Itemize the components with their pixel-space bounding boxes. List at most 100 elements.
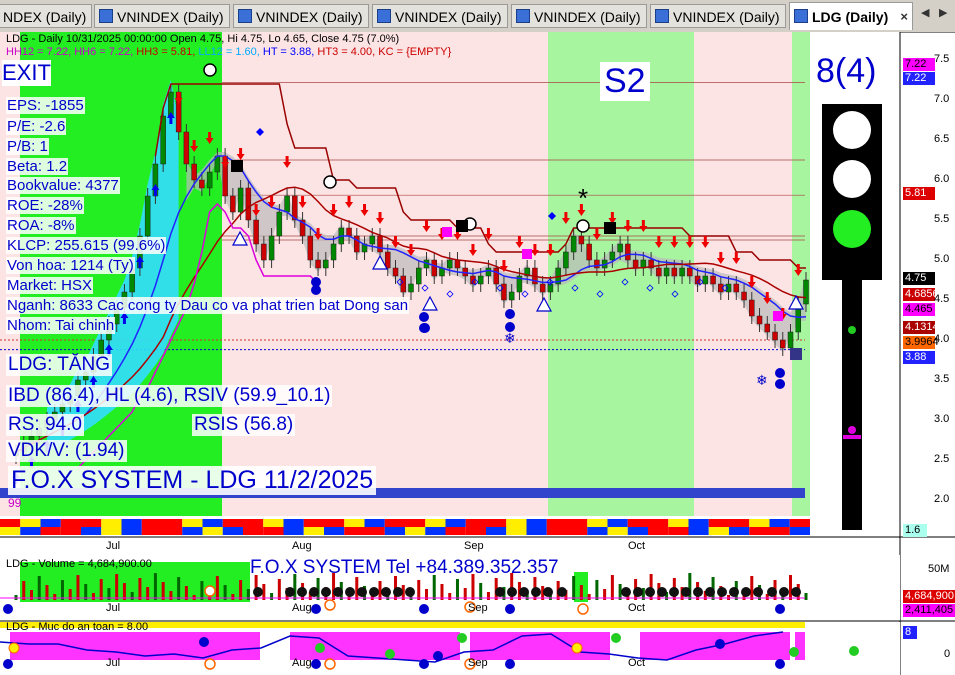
x-tick-aug: Aug [292,540,312,552]
scroll-right-icon[interactable]: ▶ [939,6,947,19]
status-strip [283,527,304,535]
tab-label: NDEX (Daily) [3,9,87,25]
volume-bar [91,593,95,600]
tab-vnindex-4[interactable]: VNINDEX (Daily) [511,4,647,28]
status-strip [182,527,203,535]
candle-body [625,243,631,261]
volume-bar [153,573,157,600]
candle-body [687,267,693,277]
volume-bar [789,575,793,600]
roe-label: ROE: -28% [6,197,84,214]
candle-body [501,283,507,301]
status-strip [789,519,810,527]
status-strip [526,527,547,535]
candle-body [385,251,391,269]
status-strip [202,527,223,535]
volume-bar [53,594,57,600]
candle-body [787,331,794,349]
volume-dot [495,587,505,597]
status-strip [263,519,284,527]
ibd-label: IBD (86.4), HL (4.6), RSIV (59.9_10.1) [6,385,333,407]
tab-ldg[interactable]: LDG (Daily) × [789,2,913,30]
status-strip [627,527,648,535]
candle-body [144,195,151,237]
price-box-hh6: 7.22 [903,72,935,85]
price-box-ll12: 1.6 [903,524,927,537]
info-circle-icon [311,604,321,614]
market-label: Market: HSX [6,277,94,294]
rs-label: RS: 94.0 [6,414,84,436]
price-box-hh3: 5.81 [903,187,935,200]
status-strip [486,527,507,535]
candle-body [369,235,376,245]
y-tick-label: 2.5 [934,453,950,465]
tab-vnindex-2[interactable]: VNINDEX (Daily) [233,4,369,28]
s2-label: S2 [600,62,650,101]
volume-bar [750,576,754,600]
alert-circle-icon [203,63,217,77]
safety-box: 8 [903,626,917,639]
candle-body [663,267,670,277]
candle-body [756,315,763,325]
status-strip [425,527,446,535]
candle-body [245,187,252,221]
tab-vnindex-0[interactable]: NDEX (Daily) [0,4,92,28]
volume-bar [378,581,382,600]
vdk-label: VDK/V: (1.94) [6,440,127,462]
volume-bar [99,579,103,600]
volume-bar [239,580,243,600]
status-strip [668,527,689,535]
status-strip [20,519,41,527]
tab-vnindex-5[interactable]: VNINDEX (Daily) [650,4,786,28]
candle-body [253,219,259,245]
safety-band [470,632,610,660]
volume-bar [270,593,274,600]
trend-label: LDG: TĂNG [6,354,113,376]
candle-body [307,235,314,261]
tab-vnindex-3[interactable]: VNINDEX (Daily) [372,4,508,28]
volume-dot [357,587,367,597]
status-strip [708,527,729,535]
close-icon[interactable]: × [900,3,908,30]
y-tick-label: 7.0 [934,93,950,105]
status-strip [303,527,324,535]
y-tick-label: 6.0 [934,173,950,185]
indicator-part: KC = {EMPTY} [378,46,452,58]
y-tick-label: 5.0 [934,253,950,265]
chart-header: LDG - Daily 10/31/2025 00:00:00 Open 4.7… [6,33,400,45]
pe-label: P/E: -2.6 [6,118,67,135]
scroll-left-icon[interactable]: ◀ [921,6,929,19]
volume-dot [705,587,715,597]
star-marker: * [578,183,589,213]
candle-body [671,267,678,277]
candle-body [315,259,321,269]
candle-body [702,275,709,285]
volume-dot [681,587,691,597]
safety-dot [315,643,325,653]
status-strip [567,527,588,535]
pole-dot [848,326,856,334]
status-strip [749,519,770,527]
status-strip [587,527,608,535]
chart-icon [794,9,808,23]
pole-bar [843,435,861,439]
status-strip [729,527,750,535]
tab-vnindex-1[interactable]: VNINDEX (Daily) [94,4,230,28]
nganh-label: Nganh: 8633 Cac cong ty Dau co va phat t… [6,297,410,314]
y-tick-label: 7.5 [934,53,950,65]
volume-dot [309,587,319,597]
volume-dot [753,587,763,597]
volume-dot [381,587,391,597]
candle-body [710,275,716,285]
chart-icon [516,9,530,23]
status-strip [607,527,628,535]
safety-dot [611,633,621,643]
info-circle-icon [775,379,785,389]
eps-label: EPS: -1855 [6,97,85,114]
status-strip [60,527,81,535]
alert-circle-icon [204,658,216,670]
alert-circle-icon [204,585,216,597]
volume-dot [253,587,263,597]
candle-body [261,243,267,261]
status-strip [0,519,21,527]
